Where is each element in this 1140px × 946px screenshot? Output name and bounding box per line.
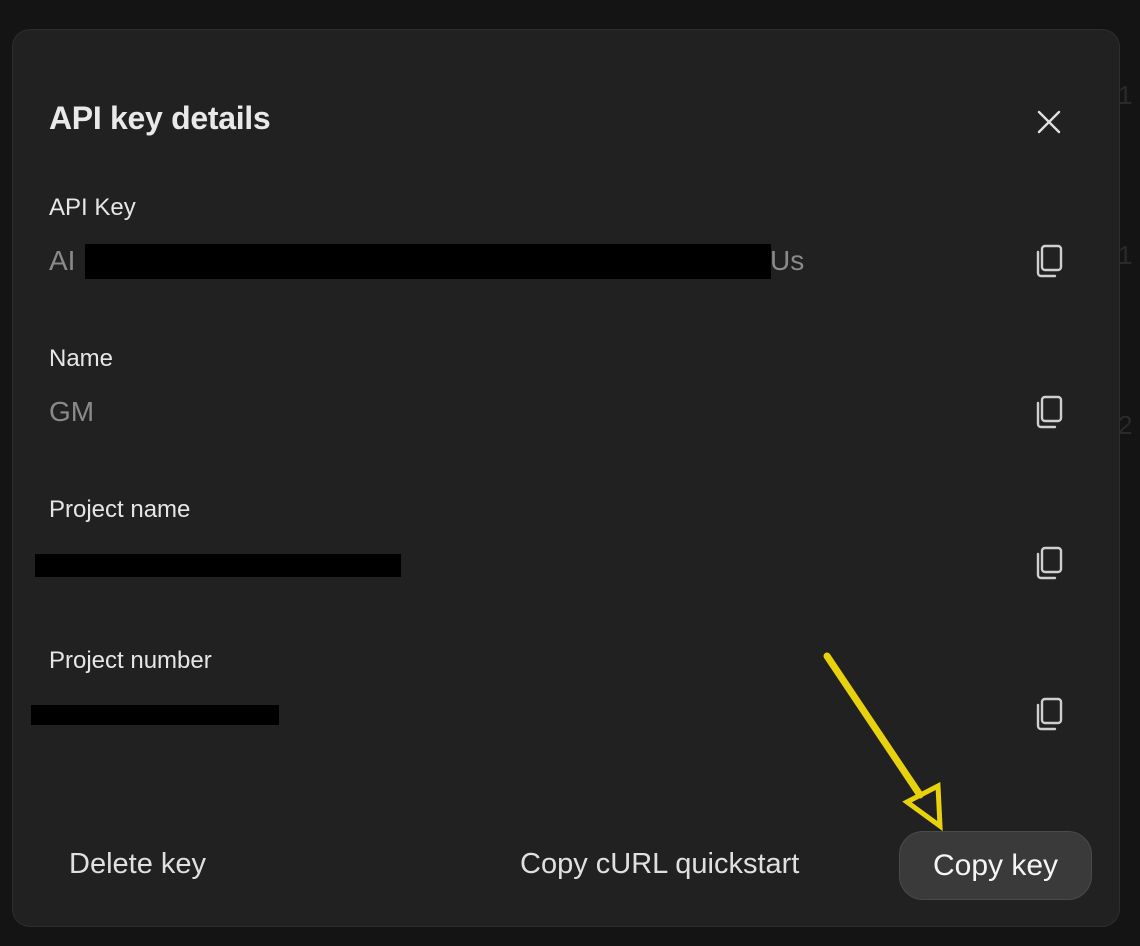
name-value: GM xyxy=(49,396,95,427)
name-label: Name xyxy=(49,345,114,372)
project-name-redaction xyxy=(35,554,401,577)
api-key-value: AI xyxy=(49,245,75,277)
copy-icon xyxy=(1036,244,1063,278)
close-button[interactable] xyxy=(1027,100,1071,144)
api-key-suffix: Us xyxy=(770,245,805,276)
copy-name-button[interactable] xyxy=(1029,392,1069,432)
copy-icon xyxy=(1036,697,1063,731)
api-key-redaction xyxy=(85,244,771,279)
api-key-prefix: AI xyxy=(49,245,76,276)
project-number-label: Project number xyxy=(49,647,212,674)
api-key-details-dialog: API key details API Key AI Us Name GM Pr… xyxy=(12,29,1120,927)
delete-key-button[interactable]: Delete key xyxy=(69,848,206,881)
backdrop-text: 1 xyxy=(1118,80,1133,110)
project-number-redaction xyxy=(31,705,279,725)
dialog-title: API key details xyxy=(49,100,271,136)
backdrop-text: 2 xyxy=(1118,410,1133,440)
project-name-label: Project name xyxy=(49,496,191,523)
api-key-label: API Key xyxy=(49,194,136,221)
copy-project-number-button[interactable] xyxy=(1029,694,1069,734)
copy-curl-quickstart-button[interactable]: Copy cURL quickstart xyxy=(520,848,799,881)
backdrop-text: 1 xyxy=(1118,240,1133,270)
copy-key-button[interactable]: Copy key xyxy=(899,831,1092,900)
copy-icon xyxy=(1036,395,1063,429)
copy-icon xyxy=(1036,546,1063,580)
close-icon xyxy=(1037,110,1061,134)
copy-api-key-button[interactable] xyxy=(1029,241,1069,281)
copy-project-name-button[interactable] xyxy=(1029,543,1069,583)
